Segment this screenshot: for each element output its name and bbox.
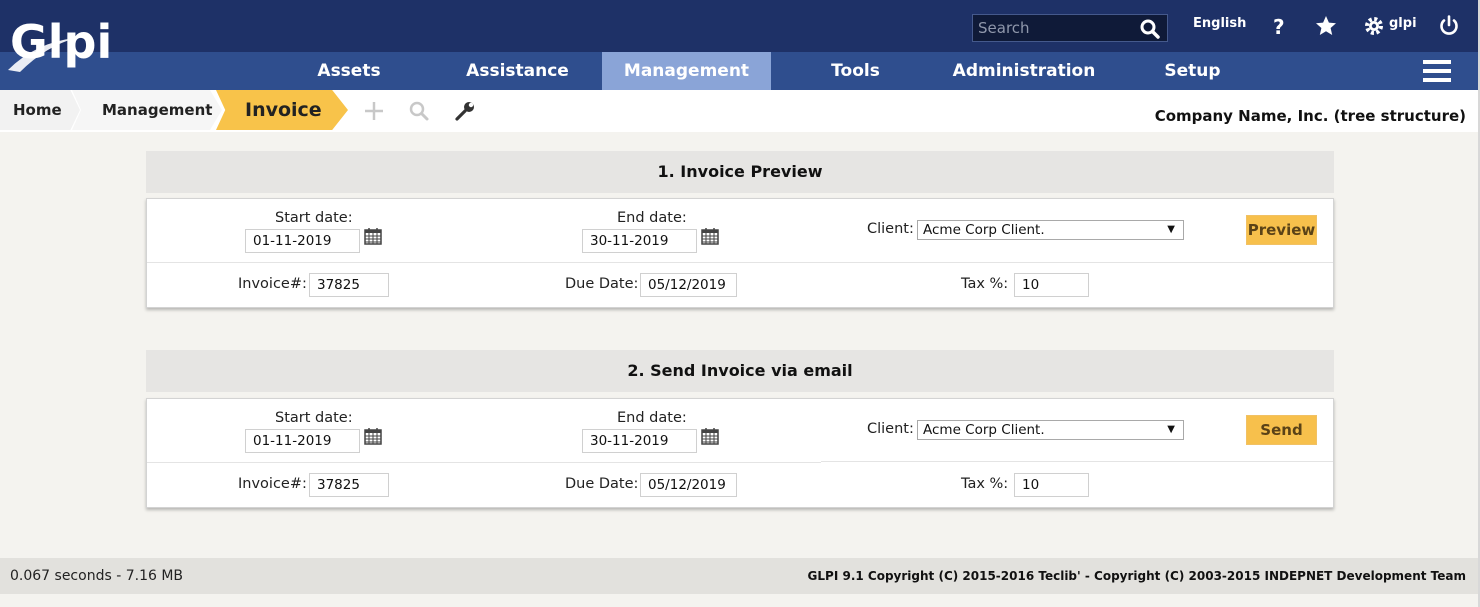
tax-label: Tax %: xyxy=(961,276,1009,292)
invoice-number-label: Invoice#: xyxy=(238,476,307,492)
start-date-field[interactable] xyxy=(245,429,360,453)
star-icon[interactable] xyxy=(1314,14,1338,38)
end-date-label: End date: xyxy=(617,410,687,426)
search-icon[interactable] xyxy=(408,100,430,122)
tax-field[interactable] xyxy=(1014,273,1089,297)
nav-tools[interactable]: Tools xyxy=(771,52,940,90)
calendar-icon[interactable] xyxy=(364,227,382,245)
nav-administration[interactable]: Administration xyxy=(939,52,1109,90)
invoice-number-label: Invoice#: xyxy=(238,276,307,292)
tax-label: Tax %: xyxy=(961,476,1009,492)
power-icon[interactable] xyxy=(1437,14,1461,38)
client-label: Client: xyxy=(867,421,914,437)
nav-assistance[interactable]: Assistance xyxy=(433,52,602,90)
invoice-preview-form: Start date: End date: Client: Acme Corp … xyxy=(146,198,1334,308)
start-date-label: Start date: xyxy=(275,410,353,426)
section-title: 1. Invoice Preview xyxy=(146,151,1334,193)
end-date-field[interactable] xyxy=(582,429,697,453)
client-select[interactable]: Acme Corp Client. ▼ xyxy=(917,220,1184,240)
start-date-field[interactable] xyxy=(245,229,360,253)
row-divider xyxy=(147,462,821,463)
breadcrumb-management[interactable]: Management xyxy=(72,90,222,130)
footer: 0.067 seconds - 7.16 MB GLPI 9.1 Copyrig… xyxy=(0,558,1478,594)
tax-field[interactable] xyxy=(1014,473,1089,497)
due-date-label: Due Date: xyxy=(565,476,639,492)
due-date-field[interactable] xyxy=(640,473,737,497)
invoice-number-field[interactable] xyxy=(309,473,389,497)
language-link[interactable]: English xyxy=(1193,16,1246,31)
preview-button[interactable]: Preview xyxy=(1246,215,1317,245)
breadcrumb-current[interactable]: Invoice xyxy=(216,90,348,130)
menu-icon[interactable] xyxy=(1423,59,1451,83)
search-box[interactable] xyxy=(972,14,1168,42)
search-icon[interactable] xyxy=(1139,18,1161,40)
row-divider xyxy=(821,461,1333,462)
client-select[interactable]: Acme Corp Client. ▼ xyxy=(917,420,1184,440)
logo-text: Glpi xyxy=(10,15,112,69)
client-label: Client: xyxy=(867,221,914,237)
gear-icon[interactable] xyxy=(1362,14,1386,38)
send-invoice-form: Start date: End date: Client: Acme Corp … xyxy=(146,398,1334,508)
end-date-field[interactable] xyxy=(582,229,697,253)
send-button[interactable]: Send xyxy=(1246,415,1317,445)
due-date-field[interactable] xyxy=(640,273,737,297)
add-icon[interactable] xyxy=(363,100,385,122)
breadcrumb-home[interactable]: Home xyxy=(0,90,80,130)
svg-text:?: ? xyxy=(1273,15,1285,38)
invoice-number-field[interactable] xyxy=(309,273,389,297)
calendar-icon[interactable] xyxy=(701,427,719,445)
calendar-icon[interactable] xyxy=(364,427,382,445)
chevron-down-icon: ▼ xyxy=(1167,224,1175,235)
due-date-label: Due Date: xyxy=(565,276,639,292)
section-title: 2. Send Invoice via email xyxy=(146,350,1334,392)
help-icon[interactable]: ? xyxy=(1268,14,1292,38)
row-divider xyxy=(147,262,1333,263)
end-date-label: End date: xyxy=(617,210,687,226)
chevron-down-icon: ▼ xyxy=(1167,424,1175,435)
entity-name[interactable]: Company Name, Inc. (tree structure) xyxy=(1155,107,1466,125)
wrench-icon[interactable] xyxy=(454,100,476,122)
performance-stats: 0.067 seconds - 7.16 MB xyxy=(10,568,184,584)
nav-assets[interactable]: Assets xyxy=(264,52,434,90)
nav-management[interactable]: Management xyxy=(602,52,771,90)
copyright-link[interactable]: GLPI 9.1 Copyright (C) 2015-2016 Teclib'… xyxy=(808,569,1466,583)
client-select-value: Acme Corp Client. xyxy=(923,422,1045,438)
user-link[interactable]: glpi xyxy=(1389,16,1417,31)
start-date-label: Start date: xyxy=(275,210,353,226)
glpi-logo[interactable]: Glpi xyxy=(6,12,124,82)
nav-setup[interactable]: Setup xyxy=(1108,52,1277,90)
calendar-icon[interactable] xyxy=(701,227,719,245)
client-select-value: Acme Corp Client. xyxy=(923,222,1045,238)
search-input[interactable] xyxy=(978,19,1138,37)
